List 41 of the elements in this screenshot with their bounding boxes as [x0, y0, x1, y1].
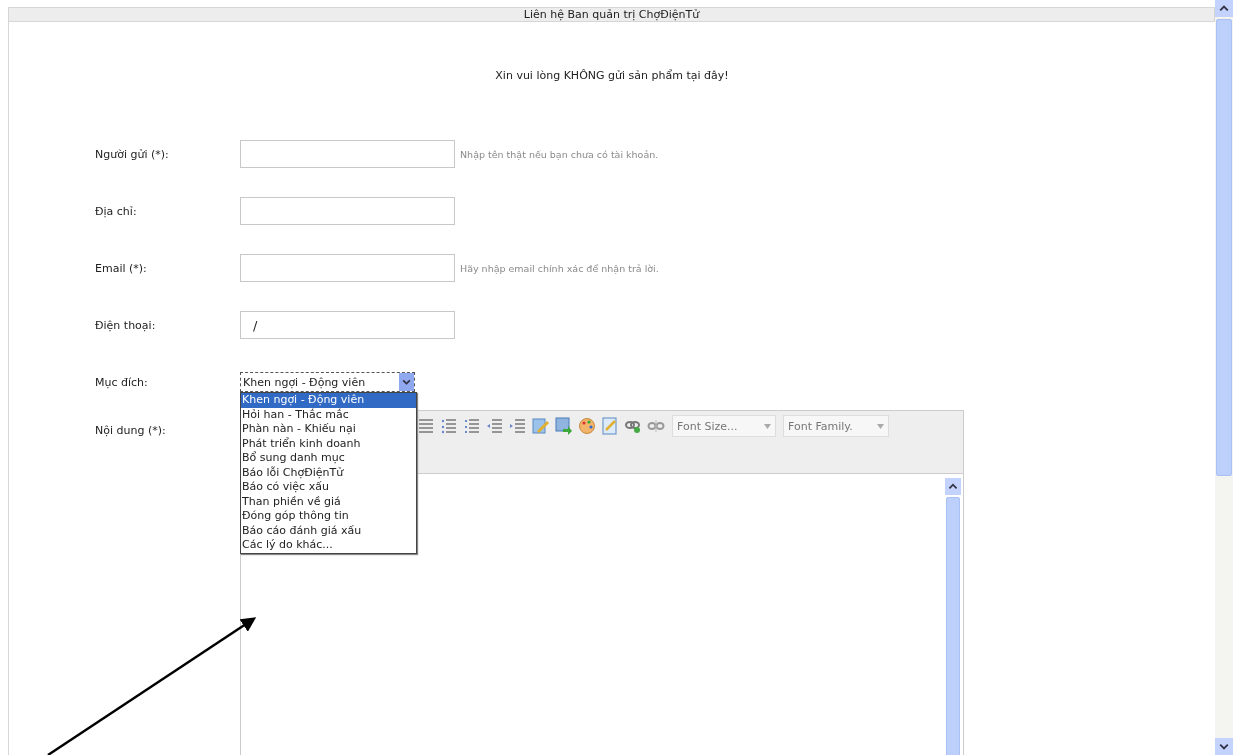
- input-field[interactable]: [240, 140, 455, 168]
- dropdown-option[interactable]: Phàn nàn - Khiếu nại: [241, 422, 416, 437]
- field-label: Địa chỉ:: [95, 204, 138, 218]
- scrollbar[interactable]: [945, 478, 961, 755]
- hint-text: Hãy nhập email chính xác để nhận trả lời.: [460, 262, 659, 274]
- dropdown-option[interactable]: Bổ sung danh mục: [241, 451, 416, 466]
- field-label: Điện thoại:: [95, 318, 157, 332]
- scrollbar[interactable]: [1215, 0, 1233, 755]
- scroll-up-icon[interactable]: [1215, 0, 1233, 17]
- numbered-list-icon[interactable]: [440, 417, 458, 435]
- input-field[interactable]: [240, 254, 455, 282]
- input-field[interactable]: /: [240, 311, 455, 339]
- unlink-icon[interactable]: [647, 417, 665, 435]
- insert-image-icon[interactable]: [555, 417, 573, 435]
- scroll-up-icon[interactable]: [945, 478, 961, 495]
- font-family-select[interactable]: Font Family.: [783, 415, 889, 437]
- dropdown-option[interactable]: Đóng góp thông tin: [241, 509, 416, 524]
- bullet-list-icon[interactable]: [463, 417, 481, 435]
- window-title: Liên hệ Ban quản trị ChợĐiệnTử: [523, 8, 700, 21]
- field-label: Người gửi (*):: [95, 147, 170, 161]
- dropdown-option[interactable]: Các lý do khác...: [241, 538, 416, 553]
- caret-icon: [764, 423, 771, 429]
- purpose-select[interactable]: Khen ngợi - Động viên: [240, 372, 415, 392]
- scroll-down-icon[interactable]: [1215, 738, 1233, 755]
- notice-text: Xin vui lòng KHÔNG gửi sản phẩm tại đây!: [495, 69, 729, 82]
- dropdown-option[interactable]: Khen ngợi - Động viên: [241, 393, 416, 408]
- edit-icon[interactable]: [532, 417, 550, 435]
- caret-icon: [877, 423, 884, 429]
- dropdown-option[interactable]: Báo có việc xấu: [241, 480, 416, 495]
- field-label: Email (*):: [95, 261, 148, 275]
- document-edit-icon[interactable]: [601, 417, 619, 435]
- hint-text: Nhập tên thật nếu bạn chưa có tài khoản.: [460, 148, 659, 160]
- caret-icon: [399, 373, 414, 391]
- palette-icon[interactable]: [578, 417, 596, 435]
- font-size-select[interactable]: Font Size...: [672, 415, 776, 437]
- input-field[interactable]: [240, 197, 455, 225]
- outdent-icon[interactable]: [486, 417, 504, 435]
- indent-icon[interactable]: [509, 417, 527, 435]
- field-label: Mục đích:: [95, 375, 149, 389]
- justify-icon[interactable]: [417, 417, 435, 435]
- field-label: Nội dung (*):: [95, 423, 167, 437]
